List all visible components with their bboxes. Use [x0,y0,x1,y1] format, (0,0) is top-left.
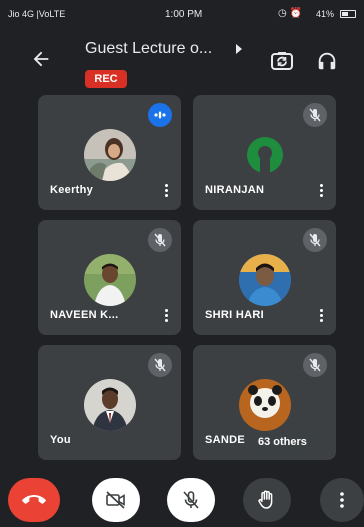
camera-off-icon [106,491,125,509]
participant-tile-others[interactable]: SANDE 63 others [193,345,336,460]
end-call-button[interactable] [8,478,60,522]
alarm-icon: ◷ ⏰ [278,8,302,19]
muted-indicator [303,103,327,127]
mic-off-icon [309,108,321,122]
participant-more-button[interactable] [163,309,169,325]
back-button[interactable] [30,48,52,70]
avatar-sande [239,379,291,431]
others-count-badge[interactable]: 63 others [250,432,315,452]
participant-tile-keerthy[interactable]: Keerthy [38,95,181,210]
call-controls [0,468,364,527]
avatar-naveen [84,254,136,306]
meeting-title-wrap[interactable]: Guest Lecture o... [85,40,255,62]
switch-camera-icon [271,52,293,70]
participant-tile-self[interactable]: You [38,345,181,460]
more-options-button[interactable] [320,478,364,522]
participant-tile-naveen[interactable]: NAVEEN K... [38,220,181,335]
muted-indicator [148,353,172,377]
speaking-indicator [148,103,172,127]
participant-more-button[interactable] [318,184,324,200]
avatar-niranjan [239,129,291,181]
avatar-keerthy [84,129,136,181]
avatar-self [84,379,136,431]
raise-hand-icon [258,490,273,509]
muted-indicator [148,228,172,252]
camera-toggle-button[interactable] [92,478,140,522]
clock: 1:00 PM [165,9,203,20]
phone-hangup-icon [22,495,46,504]
mic-off-icon [183,491,199,509]
status-bar: Jio 4G |VoLTE 1:00 PM ◷ ⏰ 41% [0,0,364,28]
participant-tile-shri-hari[interactable]: SHRI HARI [193,220,336,335]
avatar-shri-hari [239,254,291,306]
participant-tile-niranjan[interactable]: NIRANJAN [193,95,336,210]
muted-indicator [303,228,327,252]
arrow-back-icon [33,51,49,67]
participant-more-button[interactable] [318,309,324,325]
participant-name: NAVEEN K... [50,309,119,321]
mic-off-icon [309,233,321,247]
participant-name: You [50,434,71,446]
battery-icon [340,10,356,18]
audio-output-button[interactable] [316,50,338,72]
switch-camera-button[interactable] [270,50,294,72]
meeting-title[interactable]: Guest Lecture o... [85,40,255,58]
mic-off-icon [154,233,166,247]
recording-badge: REC [85,70,127,88]
carrier-label: Jio 4G |VoLTE [8,9,66,19]
more-vert-icon [340,492,344,508]
participant-more-button[interactable] [163,184,169,200]
chevron-right-icon[interactable] [234,43,244,55]
participant-name: NIRANJAN [205,184,265,196]
mic-off-icon [154,358,166,372]
meeting-header: Guest Lecture o... REC [0,28,364,88]
mic-off-icon [309,358,321,372]
participant-name: SANDE [205,434,246,446]
participant-name: Keerthy [50,184,94,196]
battery-percent: 41% [315,9,334,19]
participant-name: SHRI HARI [205,309,264,321]
audio-level-icon [154,111,166,119]
raise-hand-button[interactable] [243,478,291,522]
mic-toggle-button[interactable] [167,478,215,522]
muted-indicator [303,353,327,377]
headphones-icon [318,52,336,70]
